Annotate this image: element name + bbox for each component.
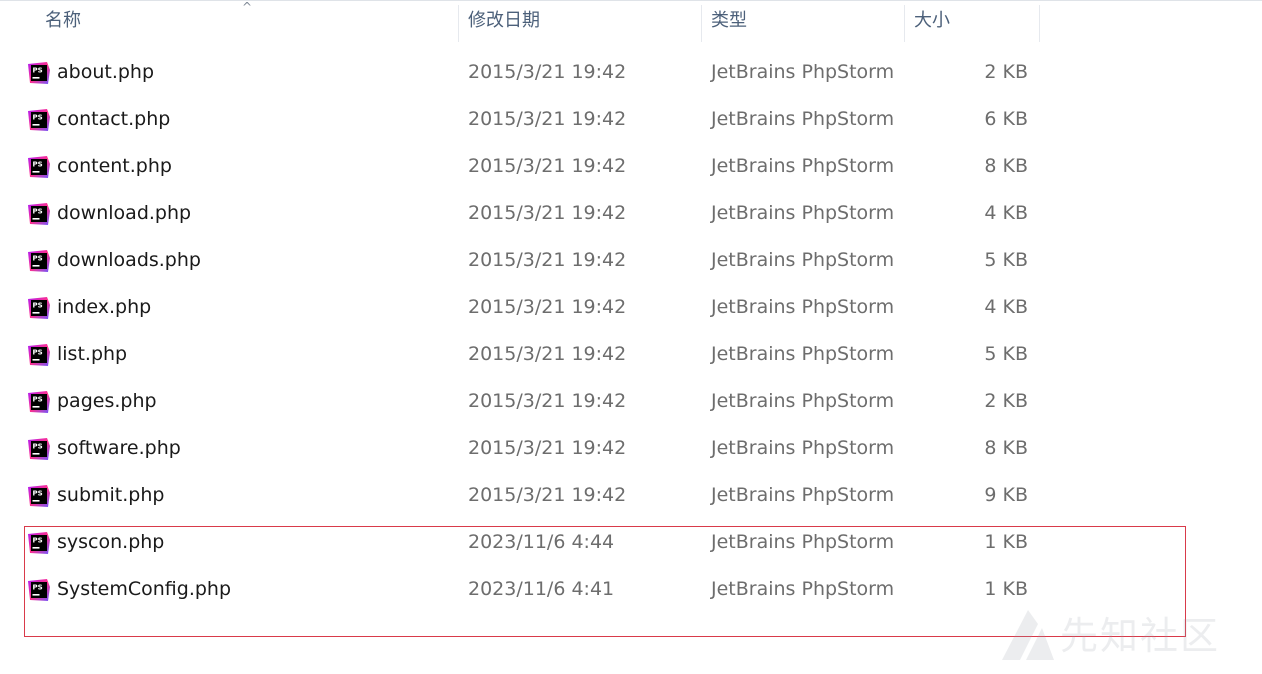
file-modified-date: 2015/3/21 19:42	[468, 296, 627, 318]
phpstorm-file-icon: PS	[27, 296, 51, 320]
column-divider[interactable]	[904, 5, 905, 42]
column-header-size[interactable]: 大小	[914, 1, 950, 42]
file-row[interactable]: PS pages.php 2015/3/21 19:42 JetBrains PhpS…	[0, 378, 1040, 425]
watermark: 先知社区	[998, 606, 1248, 666]
file-modified-date: 2015/3/21 19:42	[468, 343, 627, 365]
file-row[interactable]: PS software.php 2015/3/21 19:42 JetBrains P…	[0, 425, 1040, 472]
phpstorm-file-icon: PS	[27, 578, 51, 602]
file-name: content.php	[57, 155, 172, 177]
file-type: JetBrains PhpStorm	[711, 343, 895, 365]
file-row[interactable]: PS content.php 2015/3/21 19:42 JetBrains Ph…	[0, 143, 1040, 190]
column-header-name[interactable]: 名称	[45, 1, 81, 42]
file-size: 2 KB	[984, 61, 1028, 83]
file-row[interactable]: PS list.php 2015/3/21 19:42 JetBrains PhpSt…	[0, 331, 1040, 378]
svg-text:PS: PS	[33, 161, 43, 169]
file-row[interactable]: PS contact.php 2015/3/21 19:42 JetBrains Ph…	[0, 96, 1040, 143]
svg-text:PS: PS	[33, 114, 43, 122]
file-name: list.php	[57, 343, 128, 365]
file-name: software.php	[57, 437, 181, 459]
phpstorm-file-icon: PS	[27, 390, 51, 414]
file-type: JetBrains PhpStorm	[711, 249, 895, 271]
file-size: 5 KB	[984, 249, 1028, 271]
phpstorm-file-icon: PS	[27, 343, 51, 367]
column-header-type[interactable]: 类型	[711, 1, 747, 42]
file-name: about.php	[57, 61, 155, 83]
svg-text:PS: PS	[33, 208, 43, 216]
file-modified-date: 2015/3/21 19:42	[468, 61, 627, 83]
svg-text:PS: PS	[33, 490, 43, 498]
file-size: 5 KB	[984, 343, 1028, 365]
file-type: JetBrains PhpStorm	[711, 155, 895, 177]
file-modified-date: 2023/11/6 4:44	[468, 531, 615, 553]
file-name: index.php	[57, 296, 152, 318]
phpstorm-file-icon: PS	[27, 61, 51, 85]
file-row[interactable]: PS index.php 2015/3/21 19:42 JetBrains PhpS…	[0, 284, 1040, 331]
file-type: JetBrains PhpStorm	[711, 578, 895, 600]
file-modified-date: 2015/3/21 19:42	[468, 249, 627, 271]
phpstorm-file-icon: PS	[27, 531, 51, 555]
file-list: PS about.php 2015/3/21 19:42 JetBrains PhpS…	[0, 49, 1262, 613]
file-type: JetBrains PhpStorm	[711, 437, 895, 459]
column-divider[interactable]	[1039, 5, 1040, 42]
svg-text:PS: PS	[33, 349, 43, 357]
svg-text:PS: PS	[33, 443, 43, 451]
file-modified-date: 2015/3/21 19:42	[468, 108, 627, 130]
column-divider[interactable]	[458, 5, 459, 42]
file-modified-date: 2023/11/6 4:41	[468, 578, 615, 600]
file-type: JetBrains PhpStorm	[711, 390, 895, 412]
phpstorm-file-icon: PS	[27, 155, 51, 179]
file-modified-date: 2015/3/21 19:42	[468, 390, 627, 412]
file-name: submit.php	[57, 484, 165, 506]
svg-text:PS: PS	[33, 302, 43, 310]
file-size: 9 KB	[984, 484, 1028, 506]
file-type: JetBrains PhpStorm	[711, 484, 895, 506]
file-row[interactable]: PS download.php 2015/3/21 19:42 JetBrains P…	[0, 190, 1040, 237]
phpstorm-file-icon: PS	[27, 108, 51, 132]
svg-text:PS: PS	[33, 67, 43, 75]
file-name: downloads.php	[57, 249, 201, 271]
column-header-modified[interactable]: 修改日期	[468, 1, 540, 42]
sort-ascending-icon: ^	[242, 0, 253, 14]
watermark-logo-icon	[1002, 610, 1054, 660]
file-row[interactable]: PS SystemConfig.php 2023/11/6 4:41 JetBrain…	[0, 566, 1040, 613]
phpstorm-file-icon: PS	[27, 437, 51, 461]
column-divider[interactable]	[701, 5, 702, 42]
svg-text:PS: PS	[33, 537, 43, 545]
file-size: 8 KB	[984, 155, 1028, 177]
file-type: JetBrains PhpStorm	[711, 61, 895, 83]
file-row[interactable]: PS submit.php 2015/3/21 19:42 JetBrains Php…	[0, 472, 1040, 519]
file-type: JetBrains PhpStorm	[711, 108, 895, 130]
phpstorm-file-icon: PS	[27, 249, 51, 273]
file-modified-date: 2015/3/21 19:42	[468, 202, 627, 224]
file-size: 1 KB	[984, 531, 1028, 553]
file-modified-date: 2015/3/21 19:42	[468, 484, 627, 506]
watermark-text: 先知社区	[1060, 614, 1221, 658]
svg-text:PS: PS	[33, 584, 43, 592]
column-header-bar: 名称 ^ 修改日期 类型 大小	[0, 1, 1040, 42]
file-size: 2 KB	[984, 390, 1028, 412]
file-type: JetBrains PhpStorm	[711, 296, 895, 318]
file-row[interactable]: PS syscon.php 2023/11/6 4:44 JetBrains PhpS…	[0, 519, 1040, 566]
svg-text:PS: PS	[33, 255, 43, 263]
file-size: 4 KB	[984, 202, 1028, 224]
file-size: 4 KB	[984, 296, 1028, 318]
file-name: SystemConfig.php	[57, 578, 232, 600]
phpstorm-file-icon: PS	[27, 202, 51, 226]
file-size: 8 KB	[984, 437, 1028, 459]
phpstorm-file-icon: PS	[27, 484, 51, 508]
svg-text:PS: PS	[33, 396, 43, 404]
file-type: JetBrains PhpStorm	[711, 531, 895, 553]
file-modified-date: 2015/3/21 19:42	[468, 437, 627, 459]
file-type: JetBrains PhpStorm	[711, 202, 895, 224]
file-size: 6 KB	[984, 108, 1028, 130]
file-name: contact.php	[57, 108, 171, 130]
file-name: pages.php	[57, 390, 157, 412]
file-name: download.php	[57, 202, 192, 224]
file-name: syscon.php	[57, 531, 165, 553]
file-modified-date: 2015/3/21 19:42	[468, 155, 627, 177]
file-row[interactable]: PS about.php 2015/3/21 19:42 JetBrains PhpS…	[0, 49, 1040, 96]
file-row[interactable]: PS downloads.php 2015/3/21 19:42 JetBrains …	[0, 237, 1040, 284]
